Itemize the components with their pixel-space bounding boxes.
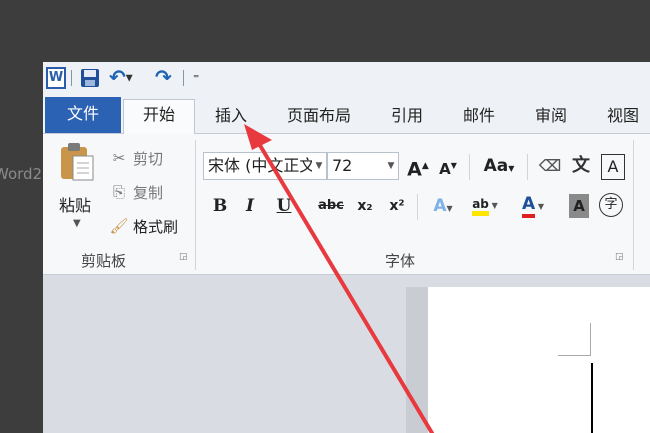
background-window-text: Word2: [0, 165, 43, 183]
quick-access-toolbar: W ↶▼ ↷ ⁼: [43, 62, 650, 95]
scissors-icon: ✂: [112, 149, 126, 167]
separator: [183, 70, 184, 86]
separator: [469, 154, 470, 180]
document-area: [43, 275, 650, 433]
font-color-button[interactable]: A ▼: [515, 192, 551, 218]
separator: [527, 154, 528, 180]
bold-button[interactable]: B: [209, 194, 231, 218]
change-case-icon: Aa: [483, 156, 509, 176]
format-painter-button[interactable]: 🖌 格式刷: [109, 214, 178, 238]
tab-insert[interactable]: 插入: [203, 101, 259, 133]
margin-corner-mark: [558, 323, 591, 356]
highlight-icon: ab: [472, 197, 489, 216]
change-case-button[interactable]: Aa▼: [479, 154, 519, 178]
paste-dropdown-icon[interactable]: ▼: [73, 218, 81, 229]
paste-icon[interactable]: [59, 142, 95, 182]
copy-button[interactable]: ⎘ 复制: [109, 180, 163, 204]
shrink-font-icon: A: [439, 160, 451, 178]
text-cursor: [591, 363, 593, 433]
ribbon-tabs: 文件 开始 插入 页面布局 引用 邮件 审阅 视图: [43, 95, 650, 134]
save-icon[interactable]: [80, 67, 100, 89]
tab-page-layout[interactable]: 页面布局: [279, 101, 359, 133]
underline-button[interactable]: U: [273, 194, 295, 218]
chevron-down-icon[interactable]: ▼: [384, 153, 398, 179]
phonetic-guide-icon: 文: [572, 155, 590, 176]
font-group-label: 字体: [385, 252, 416, 270]
redo-icon[interactable]: ↷: [155, 67, 179, 89]
phonetic-guide-button[interactable]: 文: [569, 154, 593, 178]
customize-toolbar-icon[interactable]: ⁼: [193, 67, 205, 89]
clipboard-group-label: 剪贴板: [81, 252, 127, 270]
clipboard-dialog-launcher-icon[interactable]: ◲: [179, 252, 188, 262]
separator: [417, 194, 418, 220]
grow-font-button[interactable]: A▲: [407, 154, 429, 181]
tab-references[interactable]: 引用: [379, 101, 435, 133]
group-divider: [633, 140, 634, 270]
ribbon-home: 粘贴 ▼ ✂ 剪切 ⎘ 复制 🖌 格式刷 剪贴板 ◲ 宋体 (中文正文) ▼ 7…: [43, 134, 650, 275]
shrink-font-button[interactable]: A▼: [437, 154, 459, 178]
font-color-icon: A: [521, 194, 536, 218]
font-name-value: 宋体 (中文正文): [208, 156, 322, 175]
undo-icon[interactable]: ↶▼: [109, 67, 139, 89]
text-effects-button[interactable]: A▼: [427, 194, 459, 218]
copy-icon: ⎘: [112, 183, 125, 201]
font-name-combo[interactable]: 宋体 (中文正文) ▼: [203, 152, 327, 180]
document-page[interactable]: [428, 287, 650, 433]
page-margin: [406, 287, 428, 433]
tab-review[interactable]: 审阅: [523, 101, 579, 133]
font-size-value: 72: [332, 156, 353, 175]
brush-icon: 🖌: [109, 217, 129, 235]
font-size-combo[interactable]: 72 ▼: [327, 152, 399, 180]
format-painter-label: 格式刷: [133, 217, 179, 236]
word-logo-icon[interactable]: W: [46, 67, 66, 89]
cut-label: 剪切: [133, 149, 164, 168]
clear-formatting-icon[interactable]: ⌫: [537, 154, 563, 178]
separator: [71, 70, 72, 86]
italic-button[interactable]: I: [239, 194, 261, 218]
character-shading-button[interactable]: A: [569, 194, 589, 218]
paste-button[interactable]: 粘贴: [59, 192, 91, 216]
copy-label: 复制: [133, 183, 164, 202]
highlight-button[interactable]: ab ▼: [467, 192, 503, 216]
cut-button[interactable]: ✂ 剪切: [109, 146, 163, 170]
subscript-button[interactable]: x₂: [353, 194, 377, 218]
chevron-down-icon[interactable]: ▼: [312, 153, 326, 179]
tab-file[interactable]: 文件: [45, 97, 121, 133]
tab-view[interactable]: 视图: [595, 101, 650, 133]
character-border-button[interactable]: A: [601, 154, 625, 180]
word-window: W ↶▼ ↷ ⁼ 文件 开始 插入 页面布局 引用 邮件 审阅 视图 粘贴 ▼ …: [43, 62, 650, 433]
font-dialog-launcher-icon[interactable]: ◲: [615, 252, 624, 262]
enclose-characters-button[interactable]: 字: [599, 193, 623, 217]
group-divider: [195, 140, 196, 270]
text-effects-icon: A: [433, 196, 447, 216]
grow-font-icon: A: [407, 158, 422, 181]
superscript-button[interactable]: x²: [385, 194, 409, 218]
character-border-icon: A: [607, 157, 619, 176]
tab-mailings[interactable]: 邮件: [451, 101, 507, 133]
strikethrough-button[interactable]: abc: [317, 194, 345, 218]
tab-home[interactable]: 开始: [123, 99, 195, 134]
